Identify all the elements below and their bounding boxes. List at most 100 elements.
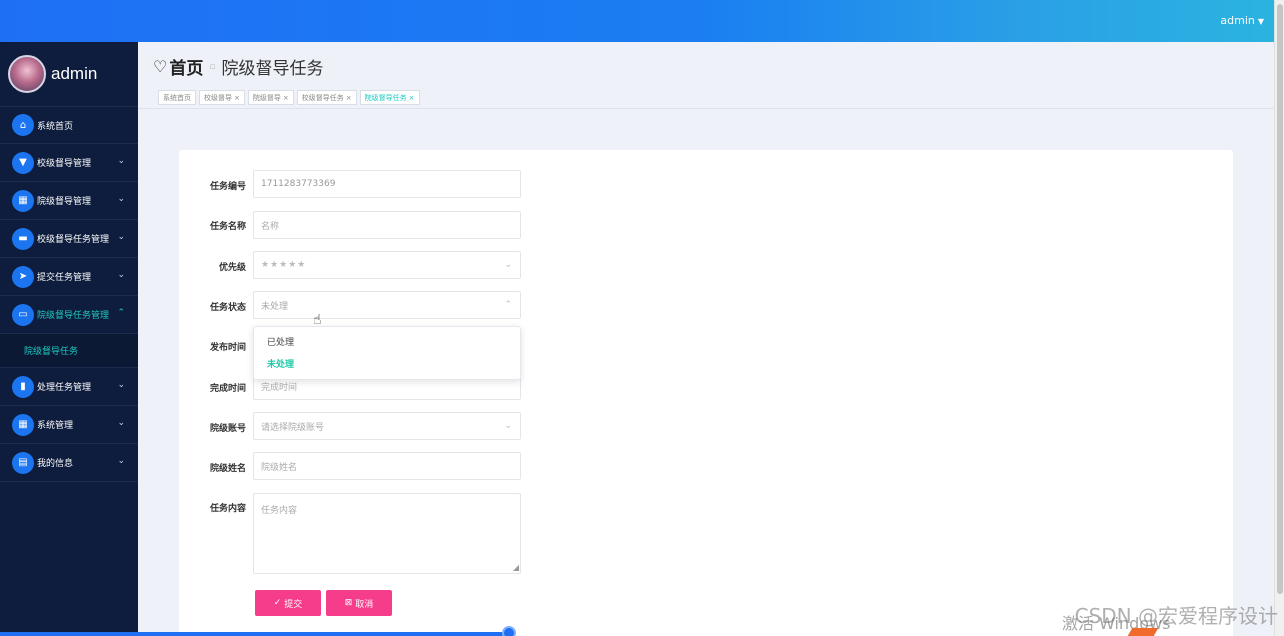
status-select[interactable]: 未处理 ⌃	[253, 291, 521, 319]
tab-label: 院级督导	[252, 93, 281, 102]
sidebar-item-submit-task[interactable]: ➤ 提交任务管理 ⌄	[0, 258, 138, 296]
tab-home[interactable]: 系统首页	[158, 90, 196, 105]
chevron-down-icon: ⌄	[117, 418, 125, 428]
send-icon: ➤	[12, 265, 34, 288]
user-menu[interactable]: admin ▼	[1220, 14, 1264, 27]
presentation-icon: ▼	[12, 151, 34, 174]
close-icon[interactable]: ×	[409, 94, 415, 102]
vertical-scrollbar[interactable]	[1274, 0, 1284, 636]
status-label: 任务状态	[209, 303, 246, 313]
sidebar-item-label: 校级督导任务管理	[37, 235, 110, 245]
tab-bar: 系统首页 校级督导 × 院级督导 × 校级督导任务 × 院级督导任务 ×	[158, 90, 420, 105]
resize-handle-icon[interactable]: ◢	[513, 563, 519, 572]
tab-label: 校级督导任务	[301, 93, 344, 102]
sidebar-item-process-task[interactable]: ▮ 处理任务管理 ⌄	[0, 368, 138, 406]
content-label: 任务内容	[209, 504, 246, 514]
top-bar: admin ▼	[0, 0, 1274, 42]
chevron-down-icon: ⌄	[117, 270, 125, 280]
college-name-label: 院级姓名	[209, 464, 246, 474]
cancel-button[interactable]: ⊠ 取消	[326, 590, 392, 616]
chevron-up-icon: ⌃	[117, 308, 125, 318]
college-account-select[interactable]: 请选择院级账号 ⌄	[253, 412, 521, 440]
cancel-label: 取消	[355, 599, 374, 610]
divider	[138, 108, 1274, 109]
sidebar-item-label: 系统管理	[37, 421, 74, 431]
hand-cursor-icon: ☝	[313, 312, 322, 328]
watermark: CSDN @宏爱程序设计	[1074, 604, 1278, 628]
finish-time-placeholder: 完成时间	[261, 382, 298, 393]
status-value: 未处理	[261, 301, 289, 312]
sidebar-item-label: 校级督导管理	[37, 159, 92, 169]
tab-label: 系统首页	[163, 93, 191, 102]
tab-college-supervision[interactable]: 院级督导 ×	[247, 90, 294, 105]
sidebar-item-home[interactable]: ⌂ 系统首页	[0, 107, 138, 144]
chevron-down-icon: ⌄	[504, 260, 512, 270]
submit-button[interactable]: ✓ 提交	[255, 590, 321, 616]
bar-chart-icon: ▮	[12, 375, 34, 398]
close-icon: ⊠	[344, 598, 356, 608]
avatar	[8, 55, 46, 93]
brand-name: admin	[51, 64, 98, 83]
chevron-down-icon: ⌄	[117, 456, 125, 466]
chevron-down-icon: ⌄	[117, 232, 125, 242]
sidebar-item-my-info[interactable]: ▤ 我的信息 ⌄	[0, 444, 138, 482]
sidebar-item-school-supervision[interactable]: ▼ 校级督导管理 ⌄	[0, 144, 138, 182]
sidebar-item-school-task[interactable]: ▬ 校级督导任务管理 ⌄	[0, 220, 138, 258]
tab-label: 院级督导任务	[364, 93, 407, 102]
submenu-item-college-task[interactable]: 院级督导任务	[0, 334, 138, 368]
breadcrumb-separator: ▫	[209, 61, 216, 72]
caret-down-icon: ▼	[1257, 17, 1264, 26]
grid-icon: ▦	[12, 413, 34, 436]
chevron-up-icon: ⌃	[504, 300, 512, 310]
close-icon[interactable]: ×	[234, 94, 240, 102]
publish-time-label: 发布时间	[209, 343, 246, 353]
sidebar-item-label: 系统首页	[37, 121, 74, 132]
sidebar-item-label: 院级督导管理	[37, 197, 92, 207]
tab-school-supervision[interactable]: 校级督导 ×	[199, 90, 245, 105]
home-icon: ⌂	[12, 114, 34, 136]
sidebar-item-label: 处理任务管理	[37, 383, 92, 393]
scrollbar-thumb[interactable]	[1277, 4, 1283, 594]
sidebar-item-college-supervision[interactable]: ▦ 院级督导管理 ⌄	[0, 182, 138, 220]
task-name-label: 任务名称	[209, 222, 246, 232]
close-icon[interactable]: ×	[283, 94, 289, 102]
chevron-down-icon: ⌄	[117, 156, 125, 166]
sidebar: admin ⌂ 系统首页 ▼ 校级督导管理 ⌄ ▦ 院级督导管理 ⌄ ▬ 校级督…	[0, 42, 138, 636]
tab-label: 校级督导	[204, 93, 232, 102]
breadcrumb: ♡ 首页 ▫ 院级督导任务	[153, 54, 323, 79]
sidebar-item-label: 提交任务管理	[37, 273, 92, 283]
college-account-label: 院级账号	[209, 424, 246, 434]
card-icon: ▤	[12, 451, 34, 474]
decorative-mark	[1127, 628, 1159, 636]
task-no-field[interactable]: 1711283773369	[253, 170, 521, 198]
priority-select[interactable]: ★★★★★ ⌄	[253, 251, 521, 279]
grid-icon: ▦	[12, 189, 34, 212]
sidebar-item-label: 我的信息	[37, 459, 74, 469]
sidebar-item-college-task[interactable]: ▭ 院级督导任务管理 ⌃	[0, 296, 138, 334]
college-name-placeholder: 院级姓名	[261, 462, 298, 473]
tab-college-task[interactable]: 院级督导任务 ×	[359, 90, 420, 105]
sidebar-item-label: 院级督导任务管理	[37, 311, 110, 321]
heart-icon: ♡	[153, 57, 168, 76]
chevron-down-icon: ⌄	[504, 421, 512, 431]
breadcrumb-current: 院级督导任务	[221, 59, 324, 79]
task-no-value: 1711283773369	[261, 179, 336, 189]
college-account-placeholder: 请选择院级账号	[261, 422, 325, 433]
user-name: admin	[1220, 14, 1255, 27]
close-icon[interactable]: ×	[346, 94, 352, 102]
scrollbar-knob[interactable]	[502, 626, 516, 636]
content-placeholder: 任务内容	[261, 506, 298, 516]
college-name-field[interactable]: 院级姓名	[253, 452, 521, 480]
sidebar-item-system[interactable]: ▦ 系统管理 ⌄	[0, 406, 138, 444]
form-card: 任务编号 1711283773369 任务名称 名称 优先级 ★★★★★ ⌄ 任务…	[179, 150, 1233, 636]
horizontal-scrollbar[interactable]	[0, 632, 512, 636]
task-name-field[interactable]: 名称	[253, 211, 521, 239]
brand: admin	[0, 42, 138, 107]
tab-school-task[interactable]: 校级督导任务 ×	[296, 90, 357, 105]
monitor-icon: ▭	[12, 303, 34, 326]
content-textarea[interactable]: 任务内容 ◢	[253, 493, 521, 574]
status-dropdown: 已处理 未处理	[253, 326, 521, 380]
dropdown-option-selected[interactable]: 未处理	[254, 354, 520, 376]
dropdown-option[interactable]: 已处理	[254, 332, 520, 354]
breadcrumb-home[interactable]: 首页	[169, 54, 203, 79]
